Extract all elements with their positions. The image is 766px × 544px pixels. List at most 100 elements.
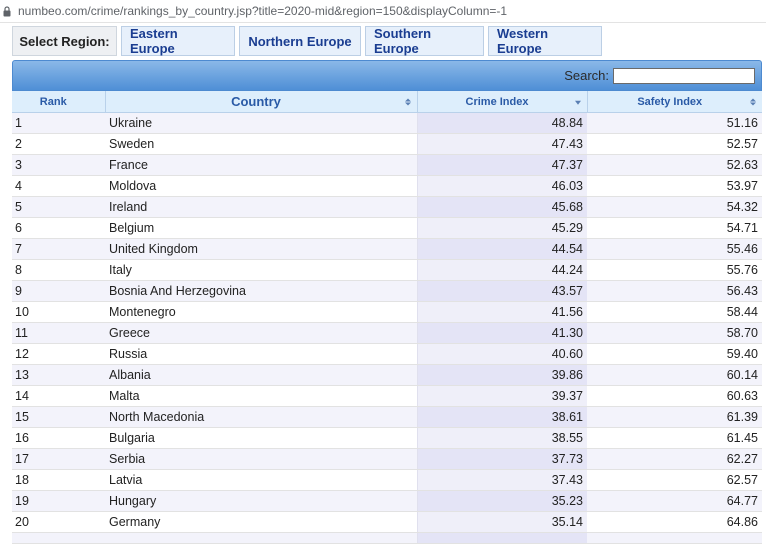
search-label: Search: — [564, 68, 609, 83]
table-row: 1 Ukraine 48.84 51.16 — [12, 112, 762, 134]
table-row: 7 United Kingdom 44.54 55.46 — [12, 238, 762, 260]
column-header-label: Country — [231, 94, 281, 109]
column-header-label: Rank — [39, 95, 67, 108]
rank-cell: 13 — [12, 364, 105, 386]
crime-index-cell: 47.37 — [416, 154, 587, 176]
country-cell: Serbia — [105, 448, 417, 470]
rank-cell: 2 — [12, 133, 105, 155]
safety-index-cell: 61.39 — [587, 406, 762, 428]
safety-index-cell: 59.40 — [587, 343, 762, 365]
address-bar[interactable]: numbeo.com/crime/rankings_by_country.jsp… — [0, 0, 766, 23]
region-button-southern-europe[interactable]: Southern Europe — [365, 26, 484, 56]
country-cell: Albania — [105, 364, 417, 386]
table-header-row: Rank Country Crime Index Safety Index — [12, 91, 762, 113]
country-cell: Latvia — [105, 469, 417, 491]
column-header-country[interactable]: Country — [105, 91, 418, 113]
table-row: 12 Russia 40.60 59.40 — [12, 343, 762, 365]
safety-index-cell: 62.27 — [587, 448, 762, 470]
table-row: 13 Albania 39.86 60.14 — [12, 364, 762, 386]
search-bar: Search: — [12, 60, 762, 91]
rank-cell: 1 — [12, 112, 105, 134]
rankings-table-container: Search: Rank Country Crime Index Safety … — [12, 60, 762, 544]
rank-cell: 3 — [12, 154, 105, 176]
crime-index-cell: 38.61 — [416, 406, 587, 428]
region-button-northern-europe[interactable]: Northern Europe — [239, 26, 361, 56]
column-header-crime-index[interactable]: Crime Index — [417, 91, 588, 113]
crime-index-cell: 44.24 — [416, 259, 587, 281]
country-cell: Italy — [105, 259, 417, 281]
crime-index-cell: 37.43 — [416, 469, 587, 491]
safety-index-cell: 64.77 — [587, 490, 762, 512]
rank-cell: 9 — [12, 280, 105, 302]
search-input[interactable] — [613, 67, 755, 84]
safety-index-cell: 51.16 — [587, 112, 762, 134]
country-cell: Ireland — [105, 196, 417, 218]
table-row: 2 Sweden 47.43 52.57 — [12, 133, 762, 155]
rank-cell: 19 — [12, 490, 105, 512]
table-row: 4 Moldova 46.03 53.97 — [12, 175, 762, 197]
crime-index-cell: 46.03 — [416, 175, 587, 197]
safety-index-cell: 60.14 — [587, 364, 762, 386]
rank-cell: 18 — [12, 469, 105, 491]
rank-cell: 10 — [12, 301, 105, 323]
region-button-eastern-europe[interactable]: Eastern Europe — [121, 26, 235, 56]
country-cell: Malta — [105, 385, 417, 407]
crime-index-cell: 38.55 — [416, 427, 587, 449]
safety-index-cell: 58.70 — [587, 322, 762, 344]
select-region-label: Select Region: — [12, 26, 117, 56]
lock-icon — [3, 5, 11, 16]
safety-index-cell: 55.76 — [587, 259, 762, 281]
safety-index-cell: 54.71 — [587, 217, 762, 239]
region-button-western-europe[interactable]: Western Europe — [488, 26, 602, 56]
table-row: 5 Ireland 45.68 54.32 — [12, 196, 762, 218]
table-body: 1 Ukraine 48.84 51.16 2 Sweden 47.43 52.57 3 Fran… — [12, 112, 762, 544]
table-row: 14 Malta 39.37 60.63 — [12, 385, 762, 407]
country-cell: United Kingdom — [105, 238, 417, 260]
country-cell: Sweden — [105, 133, 417, 155]
rank-cell: 17 — [12, 448, 105, 470]
safety-index-cell: 54.32 — [587, 196, 762, 218]
table-row: 19 Hungary 35.23 64.77 — [12, 490, 762, 512]
safety-index-cell: 64.86 — [587, 511, 762, 533]
country-cell: North Macedonia — [105, 406, 417, 428]
table-row: 15 North Macedonia 38.61 61.39 — [12, 406, 762, 428]
sort-descending-icon — [574, 100, 581, 105]
rank-cell: 11 — [12, 322, 105, 344]
crime-index-cell: 45.29 — [416, 217, 587, 239]
region-selector: Select Region: Eastern Europe Northern E… — [12, 26, 602, 56]
crime-index-cell: 35.14 — [416, 511, 587, 533]
sort-both-icon — [404, 98, 411, 105]
safety-index-cell: 52.63 — [587, 154, 762, 176]
rank-cell: 14 — [12, 385, 105, 407]
rank-cell: 20 — [12, 511, 105, 533]
table-row: 16 Bulgaria 38.55 61.45 — [12, 427, 762, 449]
country-cell: Greece — [105, 322, 417, 344]
column-header-rank[interactable]: Rank — [12, 91, 106, 113]
rank-cell: 8 — [12, 259, 105, 281]
country-cell: Russia — [105, 343, 417, 365]
crime-index-cell: 41.30 — [416, 322, 587, 344]
crime-index-cell: 45.68 — [416, 196, 587, 218]
column-header-label: Crime Index — [465, 95, 529, 108]
sort-both-icon — [750, 98, 756, 105]
crime-index-cell: 37.73 — [416, 448, 587, 470]
safety-index-cell: 53.97 — [587, 175, 762, 197]
crime-index-cell: 41.56 — [416, 301, 587, 323]
table-row: 20 Germany 35.14 64.86 — [12, 511, 762, 533]
table-row: 10 Montenegro 41.56 58.44 — [12, 301, 762, 323]
column-header-safety-index[interactable]: Safety Index — [587, 91, 762, 113]
safety-index-cell: 55.46 — [587, 238, 762, 260]
crime-index-cell: 48.84 — [416, 112, 587, 134]
safety-index-cell: 56.43 — [587, 280, 762, 302]
table-row: 18 Latvia 37.43 62.57 — [12, 469, 762, 491]
table-row: 6 Belgium 45.29 54.71 — [12, 217, 762, 239]
crime-index-cell: 35.23 — [416, 490, 587, 512]
crime-index-cell: 44.54 — [416, 238, 587, 260]
rank-cell: 16 — [12, 427, 105, 449]
rank-cell: 7 — [12, 238, 105, 260]
url-text: numbeo.com/crime/rankings_by_country.jsp… — [18, 4, 508, 18]
rank-cell: 12 — [12, 343, 105, 365]
rank-cell: 5 — [12, 196, 105, 218]
rankings-table: Rank Country Crime Index Safety Index 1U… — [12, 91, 762, 544]
crime-index-cell: 43.57 — [416, 280, 587, 302]
